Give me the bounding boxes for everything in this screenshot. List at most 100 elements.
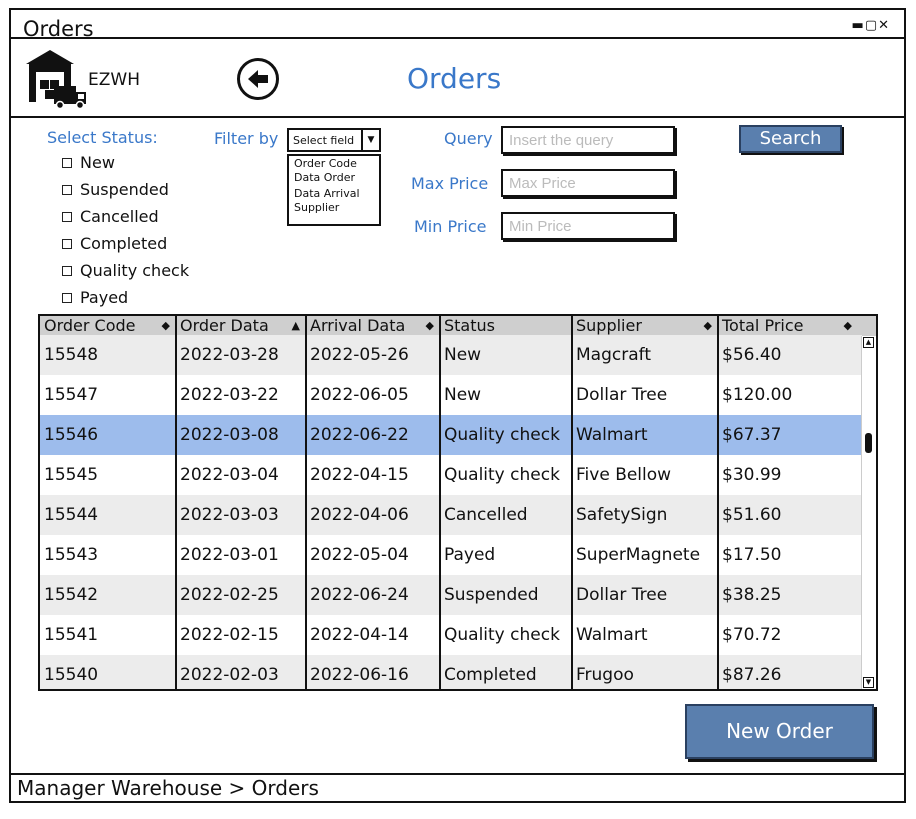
status-label: Cancelled (80, 207, 159, 226)
checkbox-icon[interactable] (62, 292, 72, 303)
cell-supplier: SuperMagnete (576, 545, 701, 565)
scroll-up-icon[interactable]: ▲ (863, 337, 874, 348)
cell-order-code: 15548 (44, 345, 99, 365)
table-row[interactable]: 15546 2022-03-08 2022-06-22 Quality check Wa… (40, 415, 862, 455)
cell-supplier: Five Bellow (576, 465, 672, 485)
warehouse-logo-icon (24, 46, 90, 110)
sort-both-icon[interactable]: ◆ (704, 316, 712, 336)
cell-order-data: 2022-02-03 (180, 665, 279, 685)
status-checkbox-new[interactable]: New (62, 153, 115, 172)
window-controls[interactable]: ▬▢✕ (852, 18, 890, 33)
search-button[interactable]: Search (739, 125, 842, 153)
back-button[interactable] (237, 58, 279, 100)
cell-arrival-data: 2022-04-06 (310, 505, 409, 525)
column-header-arrival-data[interactable]: Arrival Data ◆ (306, 316, 440, 336)
dropdown-option-supplier[interactable]: Supplier (289, 200, 379, 216)
table-row[interactable]: 15545 2022-03-04 2022-04-15 Quality check Fi… (40, 455, 862, 495)
cell-supplier: SafetySign (576, 505, 668, 525)
table-scrollbar[interactable]: ▲ ▼ (861, 336, 876, 689)
checkbox-icon[interactable] (62, 265, 72, 276)
query-input[interactable] (501, 126, 675, 154)
cell-total-price: $70.72 (722, 625, 782, 645)
status-checkbox-completed[interactable]: Completed (62, 234, 167, 253)
cell-order-code: 15547 (44, 385, 99, 405)
filter-field-select[interactable]: Select field ▼ (287, 128, 381, 152)
table-row[interactable]: 15548 2022-03-28 2022-05-26 New Magcraft $56.… (40, 335, 862, 375)
cell-status: Quality check (444, 465, 560, 485)
new-order-button[interactable]: New Order (685, 704, 874, 759)
dropdown-option-data-order[interactable]: Data Order (289, 170, 379, 186)
column-header-total-price[interactable]: Total Price ◆ (718, 316, 858, 336)
column-header-label: Arrival Data (310, 316, 406, 335)
status-checkbox-payed[interactable]: Payed (62, 288, 128, 307)
column-header-label: Order Data (180, 316, 269, 335)
column-divider (175, 316, 177, 689)
sort-up-icon[interactable]: ▲ (292, 316, 300, 336)
cell-arrival-data: 2022-04-15 (310, 465, 409, 485)
status-label: Quality check (80, 261, 190, 280)
table-row[interactable]: 15542 2022-02-25 2022-06-24 Suspended Dollar… (40, 575, 862, 615)
cell-order-data: 2022-02-15 (180, 625, 279, 645)
breadcrumb: Manager Warehouse > Orders (17, 776, 319, 800)
cell-order-data: 2022-03-03 (180, 505, 279, 525)
table-row[interactable]: 15543 2022-03-01 2022-05-04 Payed SuperMagne… (40, 535, 862, 575)
cell-total-price: $38.25 (722, 585, 782, 605)
page-title: Orders (407, 62, 502, 95)
checkbox-icon[interactable] (62, 211, 72, 222)
sort-both-icon[interactable]: ◆ (162, 316, 170, 336)
cell-order-data: 2022-03-04 (180, 465, 279, 485)
status-label: Suspended (80, 180, 169, 199)
cell-status: Completed (444, 665, 537, 685)
cell-arrival-data: 2022-06-22 (310, 425, 409, 445)
table-header: Order Code ◆ Order Data ▲ Arrival Data ◆ St… (40, 316, 876, 337)
cell-supplier: Dollar Tree (576, 385, 668, 405)
column-divider (717, 316, 719, 689)
max-price-input[interactable] (501, 169, 675, 197)
cell-total-price: $51.60 (722, 505, 782, 525)
column-header-label: Order Code (44, 316, 136, 335)
column-header-order-data[interactable]: Order Data ▲ (176, 316, 306, 336)
cell-status: Quality check (444, 425, 560, 445)
table-row[interactable]: 15541 2022-02-15 2022-04-14 Quality check Wa… (40, 615, 862, 655)
cell-arrival-data: 2022-06-24 (310, 585, 409, 605)
cell-status: Quality check (444, 625, 560, 645)
orders-table: Order Code ◆ Order Data ▲ Arrival Data ◆ St… (38, 314, 878, 691)
column-divider (305, 316, 307, 689)
scroll-down-icon[interactable]: ▼ (863, 677, 874, 688)
column-header-order-code[interactable]: Order Code ◆ (40, 316, 176, 336)
min-price-label: Min Price (414, 217, 487, 236)
select-status-label: Select Status: (47, 128, 158, 147)
column-header-label: Total Price (722, 316, 804, 335)
filter-by-label: Filter by (214, 129, 279, 148)
cell-arrival-data: 2022-06-05 (310, 385, 409, 405)
cell-arrival-data: 2022-05-04 (310, 545, 409, 565)
cell-order-data: 2022-03-08 (180, 425, 279, 445)
window-title: Orders (23, 17, 94, 41)
status-checkbox-suspended[interactable]: Suspended (62, 180, 169, 199)
cell-total-price: $30.99 (722, 465, 782, 485)
sort-both-icon[interactable]: ◆ (426, 316, 434, 336)
column-header-status[interactable]: Status (440, 316, 572, 336)
status-checkbox-quality-check[interactable]: Quality check (62, 261, 189, 280)
table-row[interactable]: 15540 2022-02-03 2022-06-16 Completed Frugoo… (40, 655, 862, 689)
cell-order-code: 15541 (44, 625, 99, 645)
table-row[interactable]: 15544 2022-03-03 2022-04-06 Cancelled Safety… (40, 495, 862, 535)
chevron-down-icon[interactable]: ▼ (361, 130, 379, 150)
cell-order-code: 15544 (44, 505, 99, 525)
status-checkbox-cancelled[interactable]: Cancelled (62, 207, 159, 226)
min-price-input[interactable] (501, 212, 675, 240)
cell-order-data: 2022-03-22 (180, 385, 279, 405)
checkbox-icon[interactable] (62, 157, 72, 168)
table-row[interactable]: 15547 2022-03-22 2022-06-05 New Dollar Tree $… (40, 375, 862, 415)
column-header-label: Supplier (576, 316, 642, 335)
cell-order-code: 15540 (44, 665, 99, 685)
checkbox-icon[interactable] (62, 184, 72, 195)
cell-total-price: $67.37 (722, 425, 782, 445)
cell-order-code: 15542 (44, 585, 99, 605)
cell-arrival-data: 2022-04-14 (310, 625, 409, 645)
checkbox-icon[interactable] (62, 238, 72, 249)
filter-field-dropdown: Order Code Data Order Data Arrival Suppl… (287, 154, 381, 226)
column-header-supplier[interactable]: Supplier ◆ (572, 316, 718, 336)
sort-both-icon[interactable]: ◆ (844, 316, 852, 336)
scroll-thumb[interactable] (865, 433, 872, 453)
